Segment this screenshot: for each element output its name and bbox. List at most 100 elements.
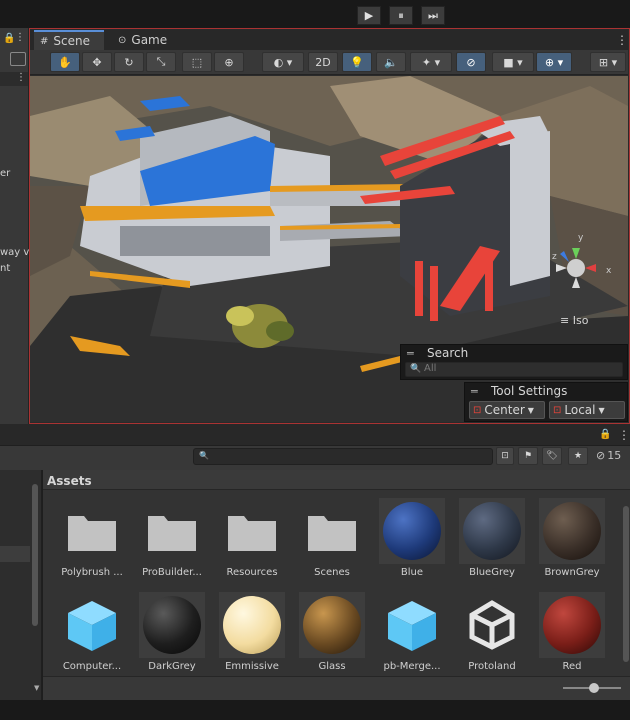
icon-size-slider-handle[interactable] [589, 683, 599, 693]
pivot-icon: ⊡ [473, 404, 482, 416]
tab-label: Game [131, 33, 168, 47]
search-placeholder: All [424, 363, 437, 374]
tool-settings-overlay: ═ Tool Settings ⊡ Center ▼ ⊡ Local ▼ [464, 382, 628, 422]
gizmo-z-label: z [552, 252, 557, 262]
rect-tool-icon[interactable]: ⬚ [182, 52, 212, 72]
scene-search-input[interactable]: 🔍 All [405, 362, 623, 377]
lock-icon[interactable]: 🔒 [3, 33, 15, 44]
hierarchy-item[interactable]: nt [0, 263, 10, 274]
gizmos-dropdown[interactable]: ⊕ ▾ [536, 52, 572, 72]
scale-tool-icon[interactable]: ⤡ [146, 52, 176, 72]
search-icon: 🔍 [199, 451, 209, 460]
label-icon[interactable]: 🏷 [542, 447, 562, 465]
rotate-tool-icon[interactable]: ↻ [114, 52, 144, 72]
pause-button[interactable]: ⏸ [389, 6, 413, 25]
scroll-down-icon[interactable]: ▼ [34, 684, 39, 692]
pivot-dropdown[interactable]: ⊡ Center ▼ [469, 401, 545, 419]
space-value: Local [564, 403, 596, 417]
folder-icon [59, 498, 125, 564]
gizmo-y-label: y [578, 233, 584, 243]
asset-item[interactable]: BlueGrey [452, 498, 532, 578]
toggle-2d-button[interactable]: 2D [308, 52, 338, 72]
projection-toggle[interactable]: ≡ Iso [560, 314, 588, 327]
asset-label: DarkGrey [148, 661, 196, 672]
folder-icon [299, 498, 365, 564]
grid-snap-dropdown[interactable]: ⊞ ▾ [590, 52, 626, 72]
asset-item[interactable]: Protoland [452, 592, 532, 672]
asset-label: BlueGrey [469, 567, 515, 578]
scene-tab-bar: # Scene ⊙ Game ⋮ [30, 30, 628, 50]
hand-tool-icon[interactable]: ✋ [50, 52, 80, 72]
hidden-packages-toggle[interactable]: ⊘ 15 [596, 449, 621, 462]
space-dropdown[interactable]: ⊡ Local ▼ [549, 401, 625, 419]
lock-icon[interactable]: 🔒 [599, 429, 611, 440]
asset-label: Scenes [314, 567, 350, 578]
asset-item[interactable]: DarkGrey [132, 592, 212, 672]
asset-label: Resources [226, 567, 278, 578]
asset-item[interactable]: Glass [292, 592, 372, 672]
drag-handle-icon[interactable]: ═ [407, 347, 414, 360]
camera-dropdown[interactable]: ■ ▾ [492, 52, 534, 72]
asset-item[interactable]: BrownGrey [532, 498, 612, 578]
grid-scrollbar[interactable] [623, 506, 629, 662]
audio-icon[interactable]: 🔈 [376, 52, 406, 72]
iso-label: Iso [572, 314, 589, 327]
project-search-input[interactable]: 🔍 [193, 448, 493, 465]
play-button[interactable]: ▶ [357, 6, 381, 25]
visibility-icon[interactable]: ⊘ [456, 52, 486, 72]
drag-handle-icon[interactable]: ═ [471, 385, 478, 398]
effects-dropdown[interactable]: ✦ ▾ [410, 52, 452, 72]
asset-label: Emmissive [225, 661, 279, 672]
tab-scene[interactable]: # Scene [34, 30, 104, 50]
tree-selected-row[interactable] [0, 546, 30, 562]
material-preview [539, 498, 605, 564]
iso-icon: ≡ [560, 314, 573, 327]
project-folder-tree: ▼ [0, 470, 42, 700]
tab-label: Scene [53, 34, 90, 48]
step-button[interactable]: ⏭ [421, 6, 445, 25]
prefab-cube-icon [59, 592, 125, 658]
asset-item[interactable]: Computer... [52, 592, 132, 672]
search-icon: 🔍 [410, 364, 422, 374]
main-toolbar [0, 0, 630, 28]
material-sphere [223, 596, 281, 654]
asset-item[interactable]: Scenes [292, 498, 372, 578]
project-footer [43, 676, 630, 700]
search-by-type-icon[interactable]: ⊡ [496, 447, 514, 465]
gizmo-x-label: x [606, 266, 612, 276]
move-tool-icon[interactable]: ✥ [82, 52, 112, 72]
asset-item[interactable]: Polybrush ... [52, 498, 132, 578]
draw-mode-dropdown[interactable]: ◐ ▾ [262, 52, 304, 72]
assets-breadcrumb: Assets [43, 470, 630, 490]
hidden-count: 15 [607, 449, 622, 462]
material-sphere [303, 596, 361, 654]
asset-label: Polybrush ... [61, 567, 123, 578]
asset-item[interactable]: Emmissive [212, 592, 292, 672]
transform-tool-icon[interactable]: ⊕ [214, 52, 244, 72]
more-icon[interactable]: ⋮ [15, 32, 25, 43]
search-toggle-icon[interactable] [10, 52, 26, 66]
scene-viewport[interactable]: y x z ≡ Iso ═ Search 🔍 All ═ Tool Settin… [30, 76, 628, 422]
folder-icon [219, 498, 285, 564]
hierarchy-item[interactable]: way v [0, 247, 29, 258]
favorite-icon[interactable]: ★ [568, 447, 588, 465]
asset-item[interactable]: Red [532, 592, 612, 672]
chevron-down-icon: ▼ [598, 405, 605, 415]
asset-item[interactable]: ProBuilder... [132, 498, 212, 578]
asset-label: Computer... [62, 661, 122, 672]
gamepad-icon: ⊙ [118, 34, 127, 46]
filter-type-icon[interactable]: ⚑ [518, 447, 538, 465]
hierarchy-item[interactable]: er [0, 168, 10, 179]
lighting-icon[interactable]: 💡 [342, 52, 372, 72]
asset-label: Blue [400, 567, 424, 578]
tree-scrollbar[interactable] [32, 484, 38, 626]
asset-item[interactable]: Resources [212, 498, 292, 578]
tab-game[interactable]: ⊙ Game [112, 30, 182, 50]
more-icon[interactable]: ⋮ [616, 33, 628, 47]
chevron-down-icon: ▼ [527, 405, 534, 415]
hierarchy-header: ⋮ [0, 72, 28, 86]
eye-slash-icon: ⊘ [596, 449, 606, 462]
asset-item[interactable]: Blue [372, 498, 452, 578]
more-icon[interactable]: ⋮ [618, 428, 630, 442]
asset-item[interactable]: pb-Merge... [372, 592, 452, 672]
